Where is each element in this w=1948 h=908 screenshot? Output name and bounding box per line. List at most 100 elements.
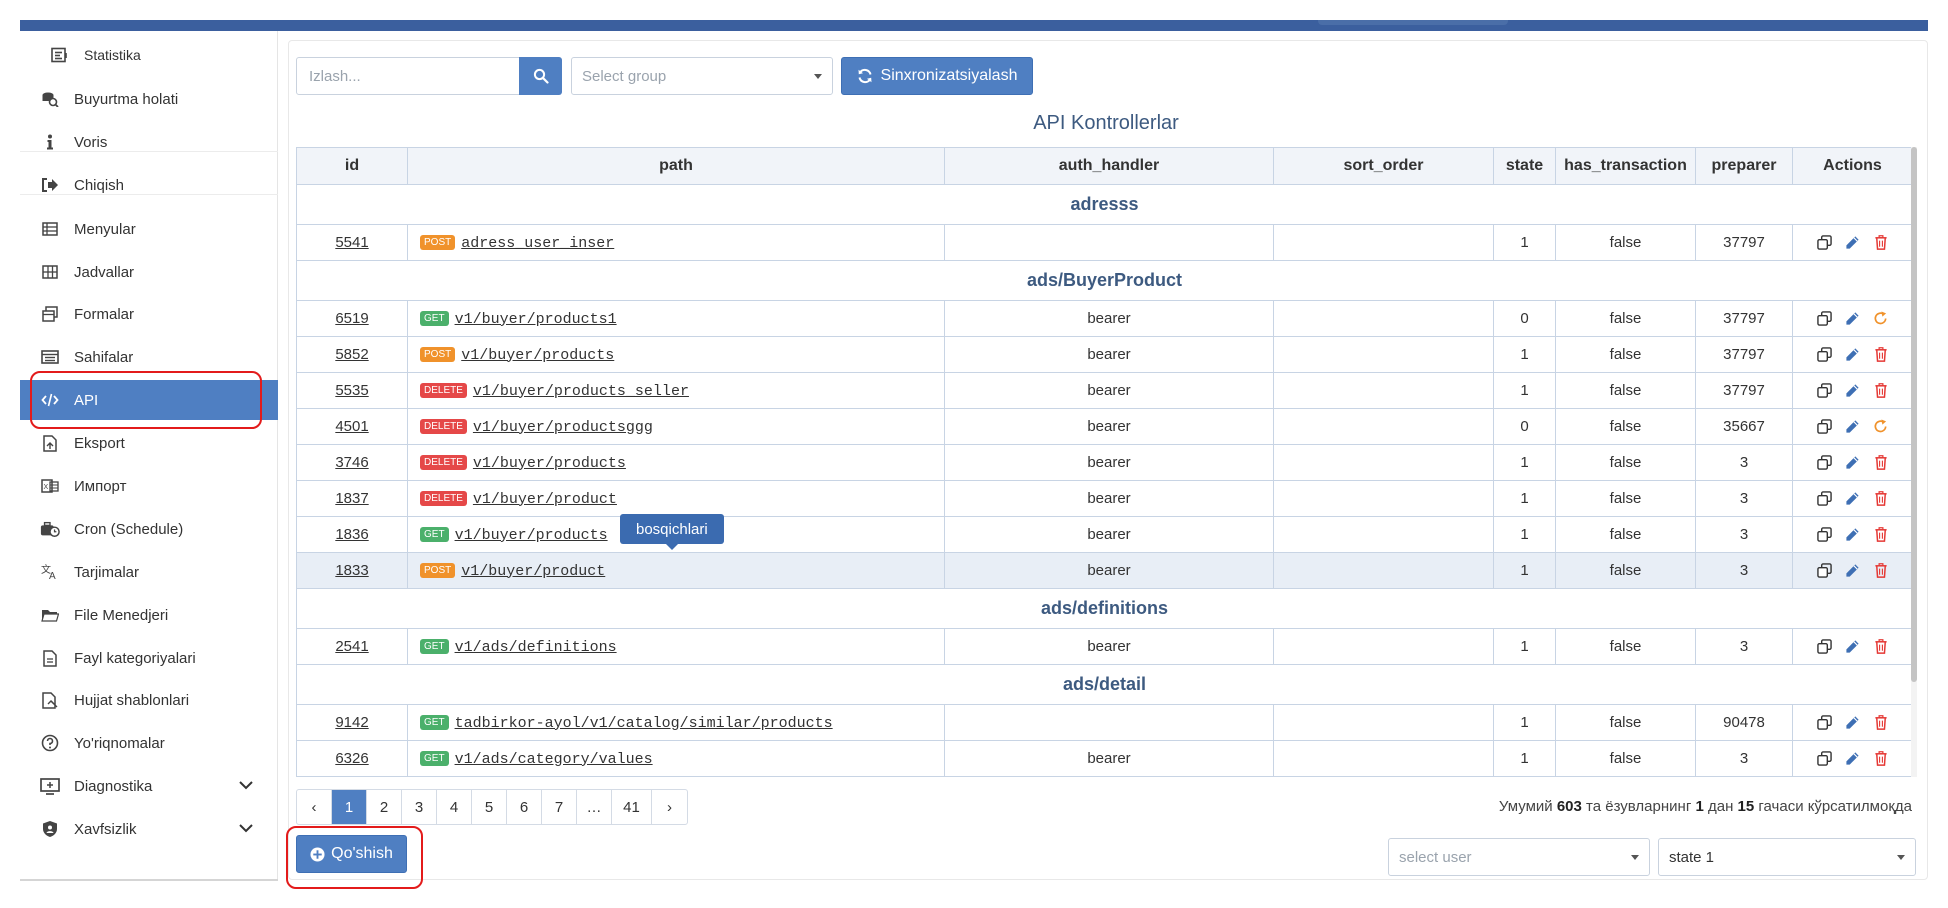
page-button[interactable]: 6 <box>507 790 542 824</box>
path-link[interactable]: tadbirkor-ayol/v1/catalog/similar/produc… <box>455 715 833 732</box>
sync-button[interactable]: Sinxronizatsiyalash <box>841 57 1033 95</box>
sidebar-item-buyurtma-holati[interactable]: Buyurtma holati <box>20 79 278 119</box>
copy-icon[interactable] <box>1817 347 1833 363</box>
id-link[interactable]: 6326 <box>335 750 368 767</box>
path-link[interactable]: v1/buyer/products_seller <box>473 383 689 400</box>
path-link[interactable]: v1/buyer/product <box>461 563 605 580</box>
delete-icon[interactable] <box>1873 751 1889 767</box>
path-link[interactable]: v1/buyer/productsggg <box>473 419 653 436</box>
delete-icon[interactable] <box>1873 347 1889 363</box>
sidebar-item-yo-riqnomalar[interactable]: Yo'riqnomalar <box>20 723 278 763</box>
edit-icon[interactable] <box>1845 751 1861 767</box>
table-row[interactable]: 9142 GET tadbirkor-ayol/v1/catalog/similar… <box>296 704 1913 741</box>
search-input[interactable] <box>296 57 520 95</box>
table-scrollbar-thumb[interactable] <box>1911 147 1917 682</box>
sidebar-item-импорт[interactable]: X Импорт <box>20 466 278 506</box>
edit-icon[interactable] <box>1845 419 1861 435</box>
page-button[interactable]: 1 <box>332 790 367 824</box>
page-button[interactable]: 2 <box>367 790 402 824</box>
table-row[interactable]: 1837 DELETE v1/buyer/product bearer 1 false 3 <box>296 480 1913 517</box>
path-link[interactable]: v1/ads/definitions <box>455 639 617 656</box>
path-link[interactable]: v1/buyer/products1 <box>455 311 617 328</box>
edit-icon[interactable] <box>1845 527 1861 543</box>
id-link[interactable]: 6519 <box>335 310 368 327</box>
edit-icon[interactable] <box>1845 491 1861 507</box>
id-link[interactable]: 2541 <box>335 638 368 655</box>
table-row[interactable]: 6326 GET v1/ads/category/values bearer 1 fals… <box>296 740 1913 777</box>
sidebar-item-formalar[interactable]: Formalar <box>20 294 278 334</box>
path-link[interactable]: v1/buyer/products <box>473 455 626 472</box>
delete-icon[interactable] <box>1873 491 1889 507</box>
id-link[interactable]: 1833 <box>335 562 368 579</box>
page-button[interactable]: 41 <box>612 790 652 824</box>
user-select[interactable]: select user <box>1388 838 1650 876</box>
edit-icon[interactable] <box>1845 715 1861 731</box>
state-select[interactable]: state 1 <box>1658 838 1916 876</box>
path-link[interactable]: v1/buyer/product <box>473 491 617 508</box>
sidebar-item-xavfsizlik[interactable]: Xavfsizlik <box>20 809 278 849</box>
chevron-down-icon[interactable] <box>238 821 254 838</box>
copy-icon[interactable] <box>1817 751 1833 767</box>
edit-icon[interactable] <box>1845 311 1861 327</box>
sidebar-item-eksport[interactable]: Eksport <box>20 423 278 463</box>
page-button[interactable]: 3 <box>402 790 437 824</box>
delete-icon[interactable] <box>1873 383 1889 399</box>
copy-icon[interactable] <box>1817 563 1833 579</box>
next-page-button[interactable]: › <box>652 790 687 824</box>
sidebar-item-tarjimalar[interactable]: 文 A Tarjimalar <box>20 552 278 592</box>
delete-icon[interactable] <box>1873 235 1889 251</box>
edit-icon[interactable] <box>1845 383 1861 399</box>
page-ellipsis[interactable]: … <box>577 790 612 824</box>
restore-icon[interactable] <box>1873 419 1889 435</box>
id-link[interactable]: 5541 <box>335 234 368 251</box>
delete-icon[interactable] <box>1873 563 1889 579</box>
chevron-down-icon[interactable] <box>238 778 254 795</box>
copy-icon[interactable] <box>1817 383 1833 399</box>
table-row[interactable]: 1833 POST v1/buyer/product bearer 1 false 3 <box>296 552 1913 589</box>
edit-icon[interactable] <box>1845 347 1861 363</box>
copy-icon[interactable] <box>1817 715 1833 731</box>
page-button[interactable]: 4 <box>437 790 472 824</box>
copy-icon[interactable] <box>1817 311 1833 327</box>
copy-icon[interactable] <box>1817 455 1833 471</box>
delete-icon[interactable] <box>1873 639 1889 655</box>
page-button[interactable]: 5 <box>472 790 507 824</box>
edit-icon[interactable] <box>1845 563 1861 579</box>
id-link[interactable]: 5852 <box>335 346 368 363</box>
id-link[interactable]: 9142 <box>335 714 368 731</box>
search-button[interactable] <box>519 57 562 95</box>
sidebar-item-hujjat-shablonlari[interactable]: Hujjat shablonlari <box>20 680 278 720</box>
edit-icon[interactable] <box>1845 639 1861 655</box>
sidebar-item-voris[interactable]: Voris <box>20 122 278 162</box>
id-link[interactable]: 1836 <box>335 526 368 543</box>
table-row[interactable]: 6519 GET v1/buyer/products1 bearer 0 false 377… <box>296 300 1913 337</box>
delete-icon[interactable] <box>1873 527 1889 543</box>
id-link[interactable]: 1837 <box>335 490 368 507</box>
table-row[interactable]: 5535 DELETE v1/buyer/products_seller bearer… <box>296 372 1913 409</box>
sidebar-item-statistika[interactable]: Statistika <box>20 39 278 71</box>
path-link[interactable]: v1/buyer/products <box>455 527 608 544</box>
table-row[interactable]: 4501 DELETE v1/buyer/productsggg bearer 0 fal… <box>296 408 1913 445</box>
id-link[interactable]: 3746 <box>335 454 368 471</box>
sidebar-item-cron-schedule[interactable]: Cron (Schedule) <box>20 509 278 549</box>
id-link[interactable]: 4501 <box>335 418 368 435</box>
edit-icon[interactable] <box>1845 455 1861 471</box>
path-link[interactable]: v1/buyer/products <box>461 347 614 364</box>
table-row[interactable]: 5541 POST adress_user_inser 1 false 37797 <box>296 224 1913 261</box>
table-row[interactable]: 3746 DELETE v1/buyer/products bearer 1 false 3 <box>296 444 1913 481</box>
sidebar-item-file-menedjeri[interactable]: File Menedjeri <box>20 595 278 635</box>
prev-page-button[interactable]: ‹ <box>297 790 332 824</box>
page-button[interactable]: 7 <box>542 790 577 824</box>
copy-icon[interactable] <box>1817 235 1833 251</box>
table-row[interactable]: 2541 GET v1/ads/definitions bearer 1 false 3 <box>296 628 1913 665</box>
copy-icon[interactable] <box>1817 639 1833 655</box>
group-select[interactable]: Select group <box>571 57 833 95</box>
edit-icon[interactable] <box>1845 235 1861 251</box>
copy-icon[interactable] <box>1817 419 1833 435</box>
table-row[interactable]: 1836 GET v1/buyer/products bearer 1 false 3 <box>296 516 1913 553</box>
sidebar-item-menyular[interactable]: Menyular <box>20 209 278 249</box>
sidebar-item-diagnostika[interactable]: Diagnostika <box>20 766 278 806</box>
sidebar-item-jadvallar[interactable]: Jadvallar <box>20 252 278 292</box>
path-link[interactable]: v1/ads/category/values <box>455 751 653 768</box>
sidebar-item-chiqish[interactable]: Chiqish <box>20 165 278 205</box>
